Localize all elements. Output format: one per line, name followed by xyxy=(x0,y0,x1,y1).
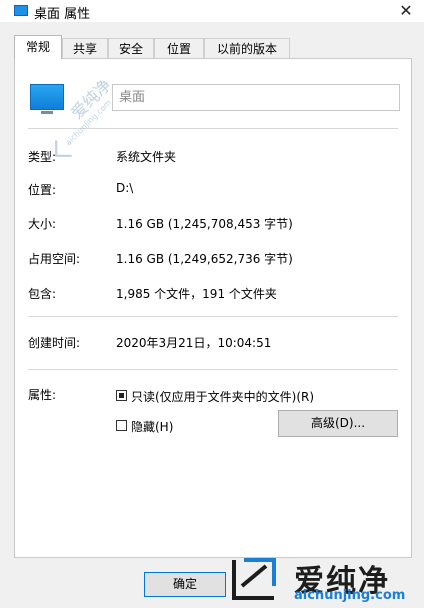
attributes-label: 属性: xyxy=(28,388,57,402)
ok-button[interactable]: 确定 xyxy=(144,572,226,597)
readonly-checkbox-label[interactable]: 只读(仅应用于文件夹中的文件)(R) xyxy=(131,388,314,405)
hidden-checkbox[interactable] xyxy=(116,420,127,431)
window-title: 桌面 属性 xyxy=(34,7,91,22)
size-value: 1.16 GB (1,245,708,453 字节) xyxy=(116,217,293,231)
tab-sharing[interactable]: 共享 xyxy=(62,38,108,58)
readonly-checkbox[interactable] xyxy=(116,390,127,401)
separator xyxy=(28,316,398,317)
tab-general[interactable]: 常规 xyxy=(14,35,62,59)
folder-name-input[interactable]: 桌面 xyxy=(112,84,400,111)
tab-security[interactable]: 安全 xyxy=(108,38,154,58)
contains-label: 包含: xyxy=(28,287,57,301)
size-on-disk-value: 1.16 GB (1,249,652,736 字节) xyxy=(116,252,293,266)
properties-window: 桌面 属性 ✕ 常规 共享 安全 位置 以前的版本 桌面 类型: 系统文件夹 位… xyxy=(0,0,424,608)
watermark-logo-icon xyxy=(232,558,276,600)
created-label: 创建时间: xyxy=(28,336,81,350)
desktop-folder-icon xyxy=(30,84,64,114)
size-label: 大小: xyxy=(28,217,57,231)
location-value: D:\ xyxy=(116,181,134,195)
tab-previous-versions[interactable]: 以前的版本 xyxy=(204,38,290,58)
created-value: 2020年3月21日，10:04:51 xyxy=(116,336,272,350)
watermark-url: aichunjing.com xyxy=(294,588,406,603)
close-button[interactable]: ✕ xyxy=(392,0,420,22)
contains-value: 1,985 个文件，191 个文件夹 xyxy=(116,287,277,301)
separator xyxy=(28,369,398,370)
type-label: 类型: xyxy=(28,150,57,164)
size-on-disk-label: 占用空间: xyxy=(28,252,81,266)
title-bar: 桌面 属性 ✕ xyxy=(0,0,424,22)
advanced-button[interactable]: 高级(D)... xyxy=(278,410,398,437)
location-label: 位置: xyxy=(28,183,57,197)
tab-location[interactable]: 位置 xyxy=(154,38,204,58)
hidden-checkbox-label[interactable]: 隐藏(H) xyxy=(131,418,173,435)
folder-icon xyxy=(14,5,28,16)
type-value: 系统文件夹 xyxy=(116,150,177,164)
